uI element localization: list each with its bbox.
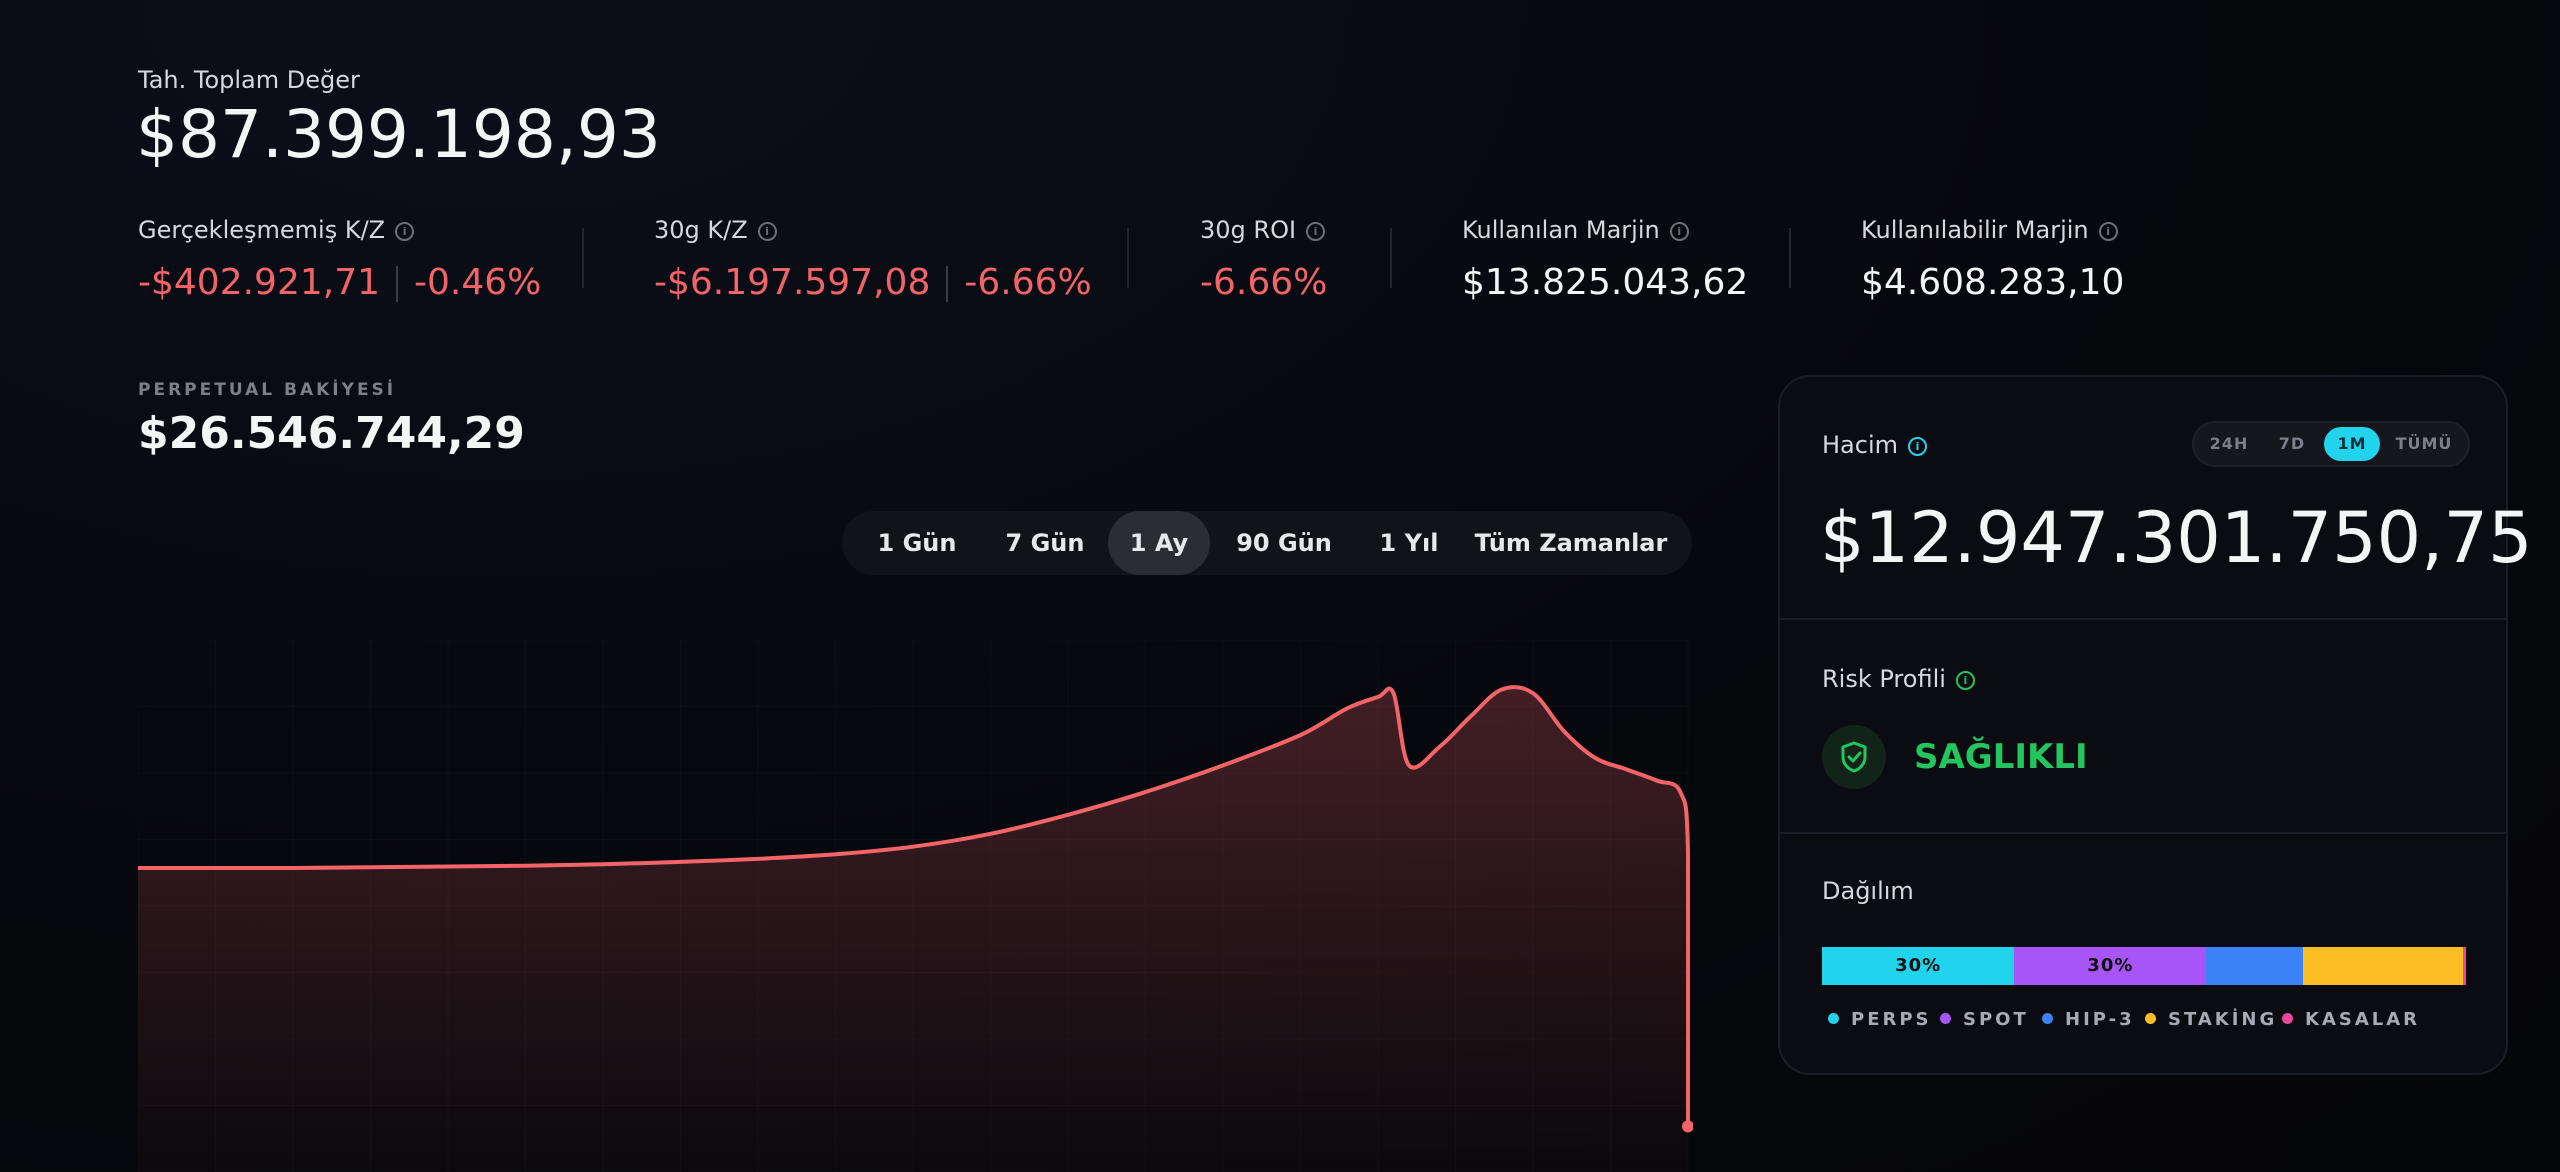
legend-dot	[1940, 1012, 1951, 1024]
kpi-30d-pnl: 30g K/Z i -$6.197.597,08 -6.66%	[654, 216, 1092, 303]
timeframe-button[interactable]: 24H	[2198, 427, 2260, 461]
volume-label: Hacim	[1822, 431, 1898, 459]
allocation-bar: 30% 30%	[1822, 947, 2466, 985]
divider	[1390, 228, 1392, 288]
kpi-30d-pnl-percent: -6.66%	[964, 262, 1092, 303]
divider	[1780, 832, 2506, 834]
legend-dot	[2042, 1012, 2053, 1024]
range-button[interactable]: 1 Yıl	[1358, 511, 1460, 575]
legend-item: HIP-3	[2042, 1009, 2135, 1030]
allocation-segment: 30%	[1822, 947, 2015, 985]
legend-dot	[2282, 1012, 2293, 1024]
legend-item: STAKİNG	[2145, 1009, 2277, 1030]
info-icon[interactable]: i	[2098, 221, 2118, 241]
info-icon[interactable]: i	[1306, 221, 1326, 241]
info-icon[interactable]: i	[1955, 670, 1975, 690]
range-button[interactable]: 7 Gün	[982, 511, 1108, 575]
kpi-unrealized: Gerçekleşmemiş K/Z i -$402.921,71 -0.46%	[138, 216, 541, 303]
risk-label: Risk Profili	[1822, 665, 1946, 693]
range-button[interactable]: 1 Ay	[1108, 511, 1210, 575]
divider	[1780, 618, 2506, 620]
summary-card: Hacim i 24H 7D 1M TÜMÜ $12.947.301.750,75 Ri…	[1778, 375, 2533, 1075]
total-value: $87.399.198,93	[136, 96, 661, 173]
timeframe-button[interactable]: 1M	[2324, 427, 2380, 461]
range-button[interactable]: Tüm Zamanlar	[1460, 511, 1682, 575]
legend-item: KASALAR	[2282, 1009, 2420, 1030]
divider	[396, 266, 399, 302]
kpi-unrealized-amount: -$402.921,71	[138, 262, 381, 303]
legend-item: PERPS	[1828, 1009, 1932, 1030]
kpi-available-margin-label: Kullanılabilir Marjin	[1861, 216, 2089, 244]
kpi-unrealized-percent: -0.46%	[414, 262, 542, 303]
info-icon[interactable]: i	[395, 221, 415, 241]
legend-item: SPOT	[1940, 1009, 2029, 1030]
divider	[582, 228, 584, 288]
allocation-segment	[2206, 947, 2303, 985]
allocation-segment	[2302, 947, 2463, 985]
info-icon[interactable]: i	[757, 221, 777, 241]
kpi-30d-pnl-label: 30g K/Z	[654, 216, 748, 244]
legend-label: KASALAR	[2305, 1009, 2421, 1030]
allocation-label: Dağılım	[1822, 877, 1914, 905]
perp-balance-label: PERPETUAL BAKİYESİ	[138, 380, 397, 400]
kpi-used-margin-label: Kullanılan Marjin	[1462, 216, 1660, 244]
kpi-30d-roi-value: -6.66%	[1200, 262, 1328, 303]
kpi-unrealized-label: Gerçekleşmemiş K/Z	[138, 216, 386, 244]
shield-icon	[1822, 725, 1886, 789]
kpi-used-margin: Kullanılan Marjin i $13.825.043,62	[1462, 216, 1748, 303]
divider	[1127, 228, 1129, 288]
kpi-used-margin-value: $13.825.043,62	[1462, 262, 1749, 303]
legend-label: PERPS	[1851, 1009, 1932, 1030]
legend-label: STAKİNG	[2168, 1009, 2278, 1030]
info-icon[interactable]: i	[1908, 436, 1927, 456]
total-value-label: Tah. Toplam Değer	[138, 66, 360, 94]
divider	[946, 266, 949, 302]
kpi-30d-roi-label: 30g ROI	[1200, 216, 1297, 244]
info-icon[interactable]: i	[1669, 221, 1689, 241]
kpi-30d-roi: 30g ROI i -6.66%	[1200, 216, 1327, 303]
kpi-available-margin: Kullanılabilir Marjin i $4.608.283,10	[1861, 216, 2124, 303]
kpi-30d-pnl-amount: -$6.197.597,08	[654, 262, 931, 303]
volume-timeframe-selector: 24H 7D 1M TÜMÜ	[2192, 421, 2470, 467]
range-button[interactable]: 90 Gün	[1210, 511, 1358, 575]
range-button[interactable]: 1 Gün	[852, 511, 982, 575]
legend-label: SPOT	[1963, 1009, 2029, 1030]
volume-value: $12.947.301.750,75	[1820, 497, 2533, 579]
timeframe-button[interactable]: 7D	[2264, 427, 2320, 461]
allocation-segment	[2462, 947, 2466, 985]
balance-chart[interactable]	[138, 640, 1693, 1172]
legend-label: HIP-3	[2065, 1009, 2135, 1030]
timeframe-button[interactable]: TÜMÜ	[2384, 427, 2464, 461]
divider	[1789, 228, 1791, 288]
range-selector: 1 Gün 7 Gün 1 Ay 90 Gün 1 Yıl Tüm Zamanlar	[842, 511, 1692, 575]
risk-status: SAĞLIKLI	[1914, 737, 2088, 777]
perp-balance-value: $26.546.744,29	[138, 408, 525, 459]
allocation-segment: 30%	[2014, 947, 2207, 985]
legend-dot	[2145, 1012, 2156, 1024]
legend-dot	[1828, 1012, 1839, 1024]
kpi-available-margin-value: $4.608.283,10	[1861, 262, 2125, 303]
